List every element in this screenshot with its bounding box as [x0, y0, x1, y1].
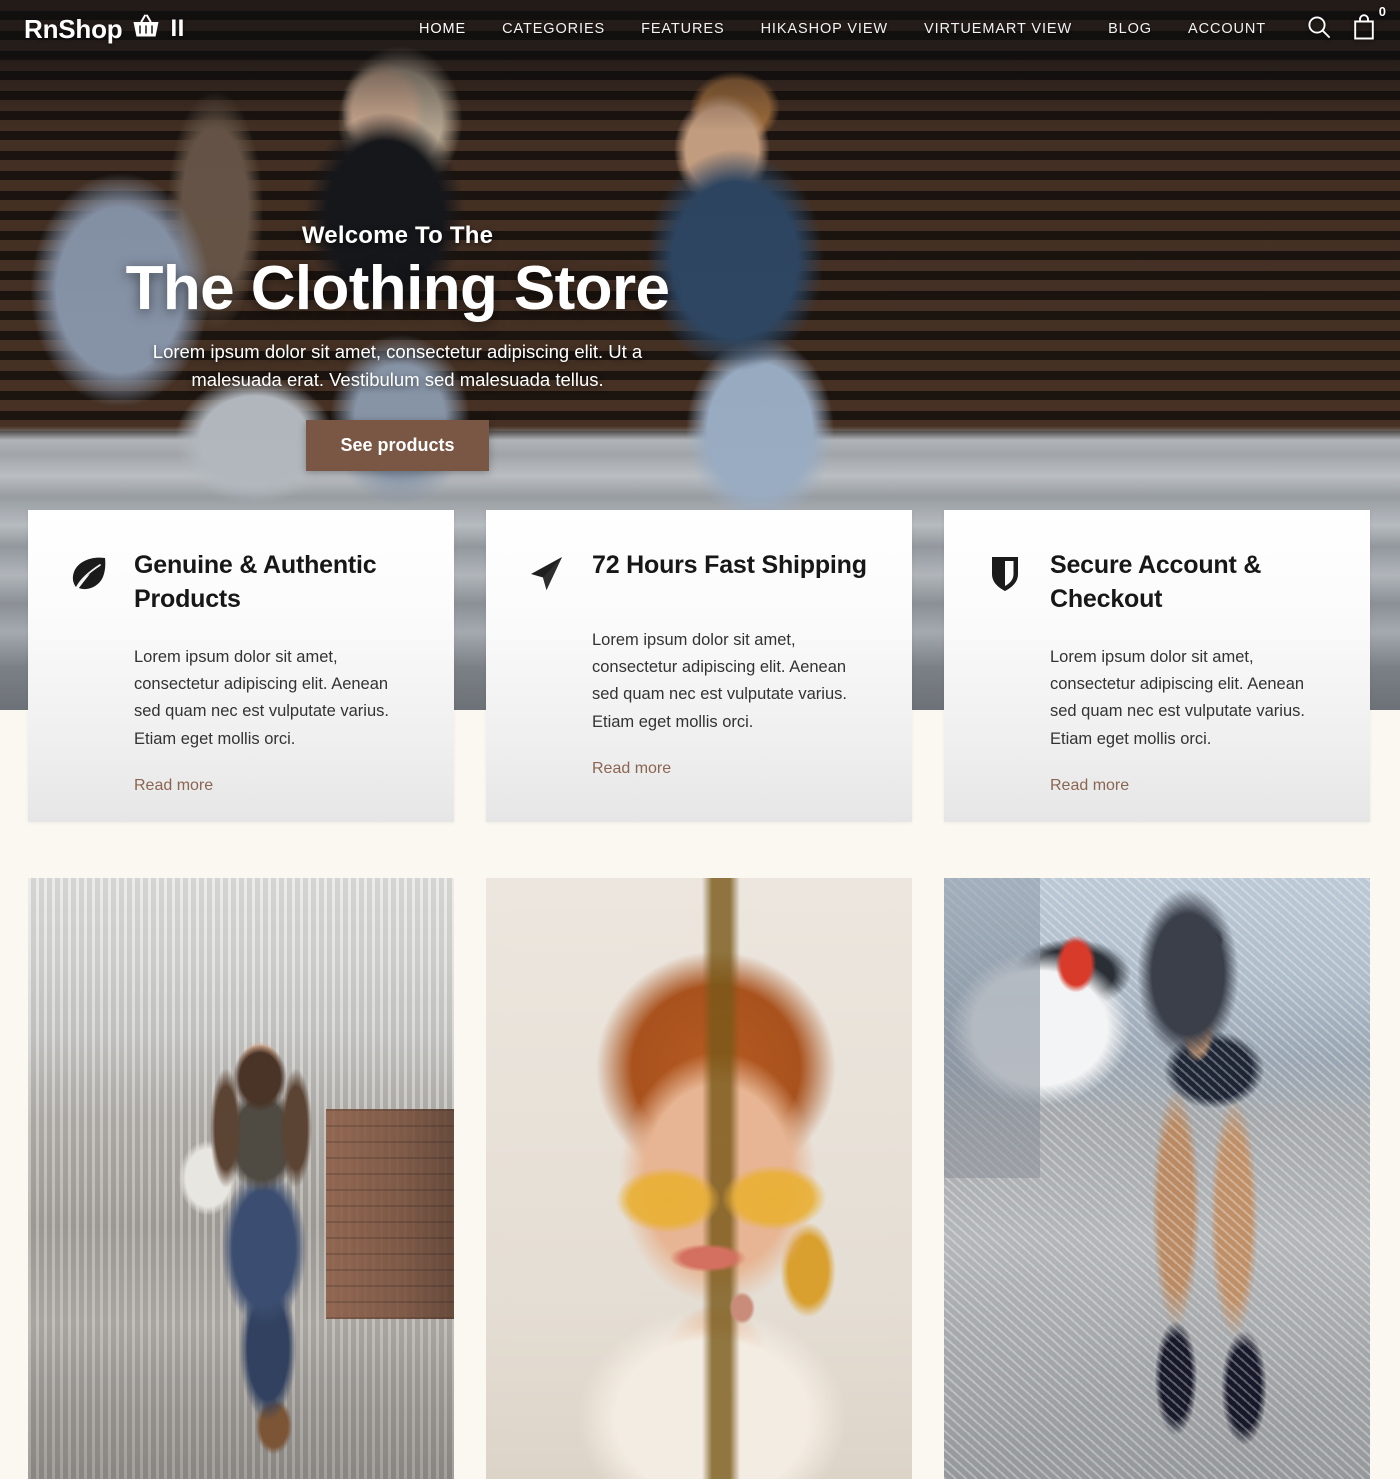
- card-title: Secure Account & Checkout: [1050, 551, 1262, 613]
- feature-cards: Genuine & Authentic Products Lorem ipsum…: [28, 510, 1372, 822]
- header-actions: 0: [1306, 4, 1386, 45]
- product-photo-sunglasses[interactable]: [486, 878, 912, 1479]
- hero-title: The Clothing Store: [125, 254, 670, 323]
- card-title: 72 Hours Fast Shipping: [592, 551, 867, 579]
- card-header: Secure Account & Checkout: [984, 548, 1330, 616]
- brand-mark: II: [170, 15, 185, 42]
- nav-item-features[interactable]: FEATURES: [623, 21, 742, 37]
- search-icon[interactable]: [1306, 14, 1332, 45]
- cart-button[interactable]: 0: [1352, 4, 1386, 45]
- card-description: Lorem ipsum dolor sit amet, consectetur …: [134, 648, 389, 748]
- card-header: Genuine & Authentic Products: [68, 548, 414, 616]
- nav-item-virtuemart-view[interactable]: VIRTUEMART VIEW: [906, 21, 1090, 37]
- site-header: RnShop II HOME CATEGORIES FEATURES HIKAS…: [0, 0, 1400, 58]
- hero-content: Welcome To The The Clothing Store Lorem …: [0, 222, 795, 471]
- card-description: Lorem ipsum dolor sit amet, consectetur …: [1050, 648, 1305, 748]
- main-navigation: HOME CATEGORIES FEATURES HIKASHOP VIEW V…: [401, 21, 1284, 37]
- leaf-icon: [68, 548, 112, 599]
- product-photo-tote-bag[interactable]: [28, 878, 454, 1479]
- see-products-button[interactable]: See products: [306, 419, 489, 471]
- nav-item-categories[interactable]: CATEGORIES: [484, 21, 623, 37]
- nav-item-home[interactable]: HOME: [401, 21, 484, 37]
- nav-item-blog[interactable]: BLOG: [1090, 21, 1170, 37]
- feature-card-secure-checkout: Secure Account & Checkout Lorem ipsum do…: [944, 510, 1370, 822]
- hero-subtitle: Lorem ipsum dolor sit amet, consectetur …: [152, 340, 643, 390]
- paper-plane-icon: [526, 548, 570, 599]
- feature-card-genuine-products: Genuine & Authentic Products Lorem ipsum…: [28, 510, 454, 822]
- card-header: 72 Hours Fast Shipping: [526, 548, 872, 599]
- read-more-link[interactable]: Read more: [134, 777, 213, 795]
- card-description: Lorem ipsum dolor sit amet, consectetur …: [592, 631, 847, 731]
- brand-name: RnShop: [24, 13, 123, 44]
- product-gallery: [28, 878, 1372, 1479]
- hero-eyebrow: Welcome To The: [301, 222, 494, 249]
- feature-card-fast-shipping: 72 Hours Fast Shipping Lorem ipsum dolor…: [486, 510, 912, 822]
- shield-icon: [984, 548, 1028, 599]
- read-more-link[interactable]: Read more: [1050, 777, 1129, 795]
- read-more-link[interactable]: Read more: [592, 760, 671, 778]
- nav-item-hikashop-view[interactable]: HIKASHOP VIEW: [743, 21, 906, 37]
- cart-count-badge: 0: [1378, 4, 1386, 19]
- nav-item-account[interactable]: ACCOUNT: [1170, 21, 1284, 37]
- product-photo-handbag-heels[interactable]: [944, 878, 1370, 1479]
- card-title: Genuine & Authentic Products: [134, 551, 377, 613]
- shopping-basket-icon: [131, 13, 161, 46]
- site-logo[interactable]: RnShop II: [24, 13, 185, 46]
